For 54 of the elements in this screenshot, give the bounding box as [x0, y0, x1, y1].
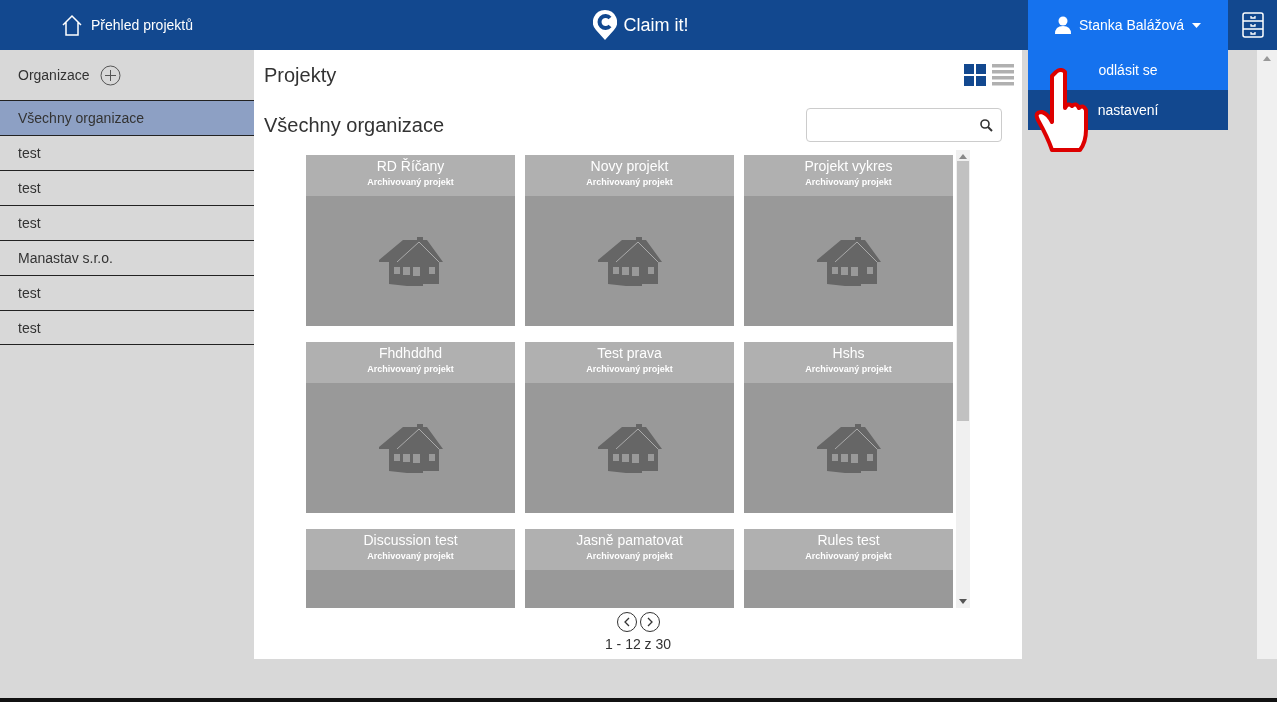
scrollbar[interactable] [956, 150, 970, 608]
project-status: Archivovaný projekt [805, 364, 892, 374]
house-icon [595, 423, 664, 473]
project-name: RD Říčany [376, 158, 445, 174]
section-title: Všechny organizace [264, 113, 445, 137]
project-status: Archivovaný projekt [805, 177, 892, 187]
house-icon [376, 236, 445, 286]
chevron-left-icon [622, 617, 631, 627]
sidebar-item[interactable]: test [0, 310, 254, 345]
home-icon [61, 14, 83, 36]
house-icon [376, 423, 445, 473]
sidebar-title: Organizace [18, 67, 90, 83]
project-status: Archivovaný projekt [367, 551, 454, 561]
chevron-right-icon [645, 617, 654, 627]
logo-icon [593, 10, 618, 40]
add-icon[interactable] [99, 64, 121, 86]
house-icon [595, 236, 664, 286]
project-status: Archivovaný projekt [367, 364, 454, 374]
grid-view-icon[interactable] [964, 64, 986, 86]
overview-link[interactable]: Přehled projektů [0, 0, 254, 50]
project-name: Fhdhddhd [378, 345, 443, 361]
scroll-thumb[interactable] [957, 161, 969, 421]
user-icon [1054, 16, 1071, 34]
page-scrollbar[interactable] [1257, 50, 1277, 659]
search-field[interactable] [806, 108, 1002, 142]
page-title: Projekty [264, 63, 337, 87]
logo-text: Claim it! [623, 14, 689, 36]
scroll-down-icon[interactable] [959, 599, 967, 604]
project-status: Archivovaný projekt [367, 177, 454, 187]
project-name: Discussion test [363, 532, 458, 548]
project-status: Archivovaný projekt [586, 364, 673, 374]
project-name: Hshs [832, 345, 865, 361]
house-icon [814, 236, 883, 286]
list-view-icon[interactable] [992, 64, 1014, 86]
caret-icon [1192, 22, 1202, 28]
cabinet-icon[interactable] [1241, 12, 1264, 38]
next-page-button[interactable] [639, 612, 660, 632]
menu-item[interactable]: odlásit se [1028, 50, 1228, 90]
scroll-up-icon[interactable] [959, 154, 967, 159]
project-name: Jasně pamatovat [576, 532, 683, 548]
sidebar-item[interactable]: Všechny organizace [0, 100, 254, 135]
pagination-text: 1 - 12 z 30 [604, 636, 672, 652]
project-name: Novy projekt [590, 158, 669, 174]
project-name: Test prava [597, 345, 662, 361]
user-menu-button[interactable]: Stanka Balážová [1028, 0, 1228, 50]
project-status: Archivovaný projekt [805, 551, 892, 561]
scroll-up-icon[interactable] [1263, 56, 1271, 61]
project-name: Projekt vykres [804, 158, 893, 174]
project-status: Archivovaný projekt [586, 551, 673, 561]
project-status: Archivovaný projekt [586, 177, 673, 187]
house-icon [814, 423, 883, 473]
search-icon [980, 118, 993, 132]
project-name: Rules test [817, 532, 880, 548]
previous-page-button[interactable] [616, 612, 637, 632]
